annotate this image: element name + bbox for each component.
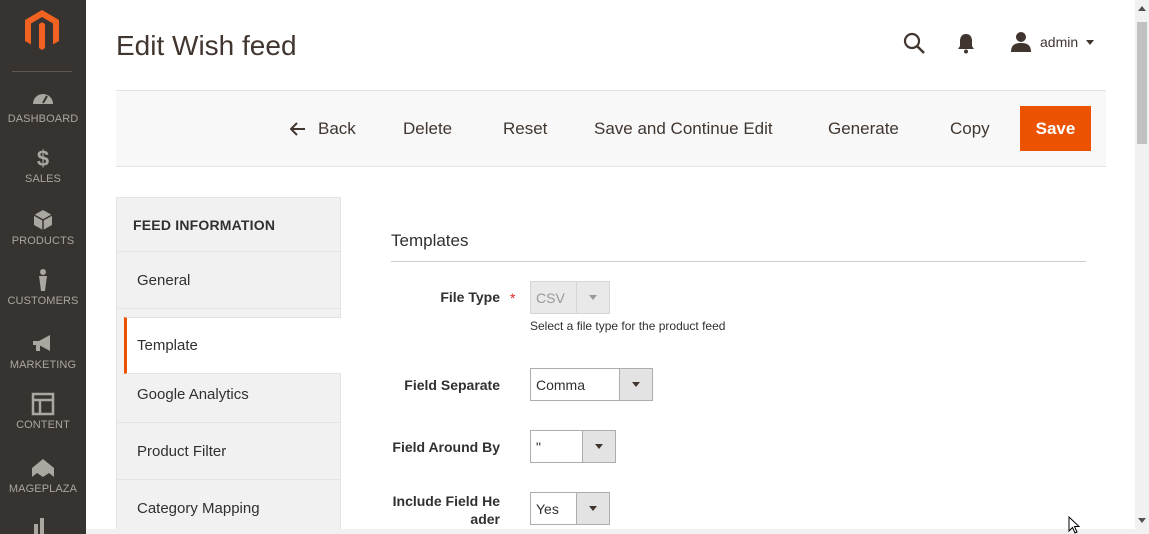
cube-icon	[33, 210, 53, 230]
svg-text:$: $	[37, 146, 49, 170]
bell-icon[interactable]	[956, 32, 976, 54]
select-toggle[interactable]	[582, 431, 615, 462]
tab-general[interactable]: General	[117, 252, 340, 309]
arrow-left-icon	[290, 121, 305, 136]
layout-icon	[31, 392, 55, 416]
vertical-scrollbar[interactable]	[1135, 0, 1149, 534]
page-actions-bar: Back Delete Reset Save and Continue Edit…	[116, 90, 1106, 167]
nav-label: SALES	[25, 173, 61, 185]
page-title: Edit Wish feed	[116, 30, 297, 61]
include-field-header-label-line1: Include Field He	[392, 493, 500, 509]
field-separate-label: Field Separate	[404, 377, 500, 393]
copy-button[interactable]: Copy	[950, 91, 990, 166]
tab-google-analytics[interactable]: Google Analytics	[117, 366, 340, 423]
tabs-title: FEED INFORMATION	[117, 198, 340, 252]
nav-label: PRODUCTS	[11, 235, 75, 247]
required-asterisk: *	[510, 290, 516, 306]
file-type-select: CSV	[530, 281, 610, 314]
mageplaza-icon	[32, 459, 54, 477]
file-type-value: CSV	[536, 289, 565, 306]
nav-products[interactable]: PRODUCTS	[0, 208, 86, 270]
chevron-down-icon	[595, 444, 603, 449]
field-around-by-select[interactable]: "	[530, 430, 616, 463]
back-button[interactable]: Back	[290, 91, 356, 166]
nav-customers[interactable]: CUSTOMERS	[0, 268, 86, 330]
file-type-note: Select a file type for the product feed	[530, 319, 726, 333]
scroll-down-arrow-icon[interactable]	[1138, 518, 1146, 523]
mouse-cursor-icon	[1068, 516, 1081, 534]
dashboard-icon	[33, 94, 53, 104]
nav-label: MARKETING	[9, 359, 77, 371]
nav-marketing[interactable]: MARKETING	[0, 332, 86, 394]
field-around-by-label: Field Around By	[392, 439, 500, 455]
field-separate-value: Comma	[536, 376, 586, 393]
person-icon	[39, 269, 47, 291]
include-field-header-select[interactable]: Yes	[530, 492, 610, 525]
scroll-thumb[interactable]	[1137, 22, 1147, 144]
field-separate-select[interactable]: Comma	[530, 368, 653, 401]
field-around-by-value: "	[536, 438, 541, 455]
chevron-down-icon	[632, 382, 640, 387]
nav-label: MAGEPLAZA	[8, 483, 78, 495]
scroll-up-arrow-icon[interactable]	[1138, 6, 1146, 11]
save-continue-button[interactable]: Save and Continue Edit	[594, 91, 773, 166]
megaphone-icon	[33, 335, 50, 351]
reset-button[interactable]: Reset	[503, 91, 547, 166]
tab-template[interactable]: Template	[124, 317, 341, 374]
delete-button[interactable]: Delete	[403, 91, 452, 166]
tab-category-mapping[interactable]: Category Mapping	[117, 480, 340, 533]
chevron-down-icon	[589, 295, 597, 300]
save-button[interactable]: Save	[1020, 106, 1091, 151]
tab-product-filter[interactable]: Product Filter	[117, 423, 340, 480]
dollar-icon: $	[37, 146, 49, 170]
reports-icon[interactable]	[30, 516, 54, 534]
user-menu[interactable]: admin	[1010, 30, 1095, 54]
section-divider	[391, 261, 1086, 262]
user-name: admin	[1040, 34, 1079, 50]
select-toggle[interactable]	[576, 493, 609, 524]
back-label: Back	[318, 118, 356, 138]
nav-label: DASHBOARD	[7, 113, 79, 125]
magento-logo-icon[interactable]	[22, 8, 62, 52]
admin-sidebar: DASHBOARD $ SALES PRODUCTS CUSTOMERS MAR…	[0, 0, 86, 534]
file-type-label: File Type	[440, 289, 500, 305]
chevron-down-icon	[589, 506, 597, 511]
nav-label: CONTENT	[16, 419, 70, 431]
nav-dashboard[interactable]: DASHBOARD	[0, 86, 86, 148]
nav-mageplaza[interactable]: MAGEPLAZA	[0, 456, 86, 518]
sidebar-divider	[12, 71, 72, 72]
include-field-header-label-line2: ader	[470, 511, 500, 527]
generate-button[interactable]: Generate	[828, 91, 899, 166]
horizontal-scrollbar[interactable]	[86, 529, 1135, 534]
include-field-header-value: Yes	[536, 500, 559, 517]
section-title: Templates	[391, 231, 469, 250]
nav-sales[interactable]: $ SALES	[0, 146, 86, 208]
chevron-down-icon	[1086, 39, 1095, 45]
select-toggle[interactable]	[619, 369, 652, 400]
nav-content[interactable]: CONTENT	[0, 392, 86, 454]
user-icon	[1011, 32, 1031, 52]
select-toggle	[576, 282, 609, 313]
search-icon[interactable]	[902, 31, 926, 55]
nav-label: CUSTOMERS	[7, 295, 79, 307]
